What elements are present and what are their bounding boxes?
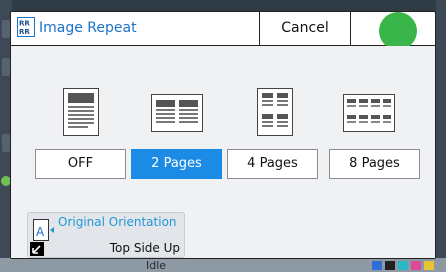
svg-text:RR: RR [19,20,30,28]
cancel-button[interactable]: Cancel [259,12,351,45]
svg-text:A: A [36,225,45,239]
dialog-title: Image Repeat [39,20,137,36]
bezel-tab [2,58,10,76]
bezel-tab [2,20,10,38]
two-pages-thumbnail [151,94,203,132]
option-8-pages-button[interactable]: 8 Pages [329,149,420,179]
expand-arrow-icon [30,242,44,256]
orientation-title: Original Orientation [58,215,177,229]
option-2-pages-button[interactable]: 2 Pages [131,149,222,179]
toner-indicators [372,261,434,270]
option-4-pages-button[interactable]: 4 Pages [227,149,318,179]
toner-icon [372,261,382,270]
options-panel: OFF 2 Pages 4 Pages 8 Pages A Original O… [11,46,435,258]
toner-icon [411,261,421,270]
right-bezel [436,0,446,272]
ok-button[interactable] [379,12,417,50]
eight-pages-thumbnail [343,94,395,132]
four-pages-thumbnail [257,88,293,136]
toner-icon [398,261,408,270]
bezel-tab [2,134,10,152]
svg-text:RR: RR [19,28,30,36]
image-repeat-icon: RR RR [17,17,35,37]
single-page-thumbnail [63,88,99,136]
orientation-value: Top Side Up [109,241,180,255]
toner-icon [385,261,395,270]
image-repeat-dialog: RR RR Image Repeat Cancel OFF 2 Pages 4 … [10,11,436,259]
status-text: Idle [146,259,167,272]
dialog-header: RR RR Image Repeat Cancel [11,12,435,50]
original-orientation-button[interactable]: A Original Orientation Top Side Up [27,212,185,258]
toner-icon [424,261,434,270]
status-bar: Idle [0,258,446,272]
option-off-button[interactable]: OFF [35,149,126,179]
orientation-page-icon: A [33,219,54,241]
